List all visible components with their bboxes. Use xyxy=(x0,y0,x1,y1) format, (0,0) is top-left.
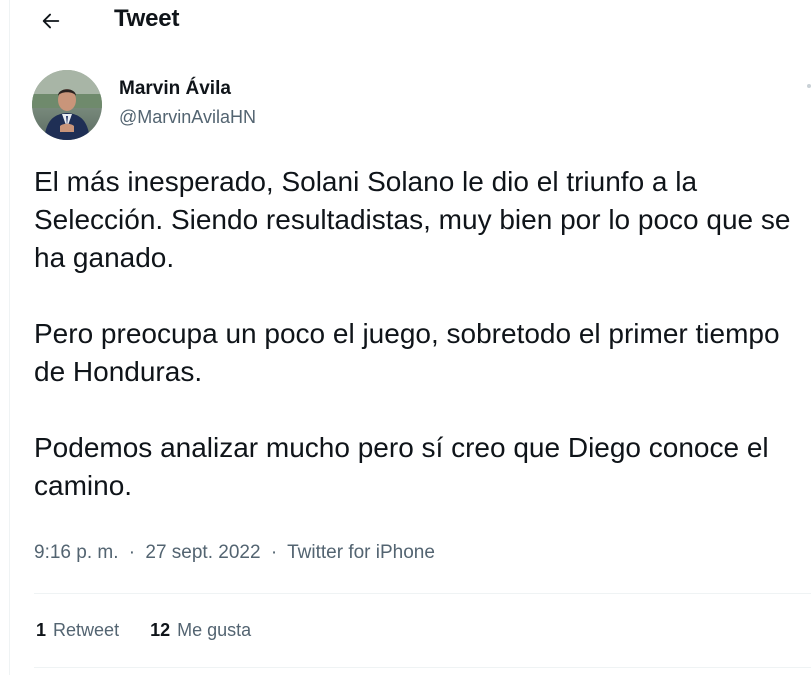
tweet-paragraph: El más inesperado, Solani Solano le dio … xyxy=(34,166,791,273)
likes-stat[interactable]: 12 Me gusta xyxy=(150,620,251,641)
likes-count: 12 xyxy=(150,620,171,640)
tweet-paragraph: Podemos analizar mucho pero sí creo que … xyxy=(34,432,769,501)
arrow-left-icon xyxy=(42,13,60,29)
retweets-label: Retweet xyxy=(53,620,120,640)
profile-photo-icon xyxy=(32,70,102,140)
tweet-author: Marvin Ávila @MarvinAvilaHN xyxy=(32,70,811,142)
divider xyxy=(34,667,811,668)
divider xyxy=(34,593,811,594)
page-title: Tweet xyxy=(114,5,180,32)
likes-label: Me gusta xyxy=(177,620,252,640)
engagement-stats: 1 Retweet 12 Me gusta xyxy=(36,620,277,641)
column-border xyxy=(9,0,10,675)
tweet-body: El más inesperado, Solani Solano le dio … xyxy=(34,163,809,505)
separator: · xyxy=(128,542,136,563)
top-header: Tweet xyxy=(0,0,811,46)
more-options-icon[interactable] xyxy=(807,84,811,88)
tweet-date[interactable]: 27 sept. 2022 xyxy=(145,542,260,563)
tweet-paragraph: Pero preocupa un poco el juego, sobretod… xyxy=(34,318,780,387)
author-display-name[interactable]: Marvin Ávila xyxy=(119,78,231,100)
author-handle[interactable]: @MarvinAvilaHN xyxy=(119,107,256,128)
retweets-count: 1 xyxy=(36,620,47,640)
tweet-source[interactable]: Twitter for iPhone xyxy=(287,542,435,563)
separator: · xyxy=(270,542,278,563)
avatar[interactable] xyxy=(32,70,102,140)
tweet-metadata: 9:16 p. m. · 27 sept. 2022 · Twitter for… xyxy=(34,542,435,564)
back-button[interactable] xyxy=(34,4,68,38)
retweets-stat[interactable]: 1 Retweet xyxy=(36,620,119,641)
tweet-time[interactable]: 9:16 p. m. xyxy=(34,542,119,563)
